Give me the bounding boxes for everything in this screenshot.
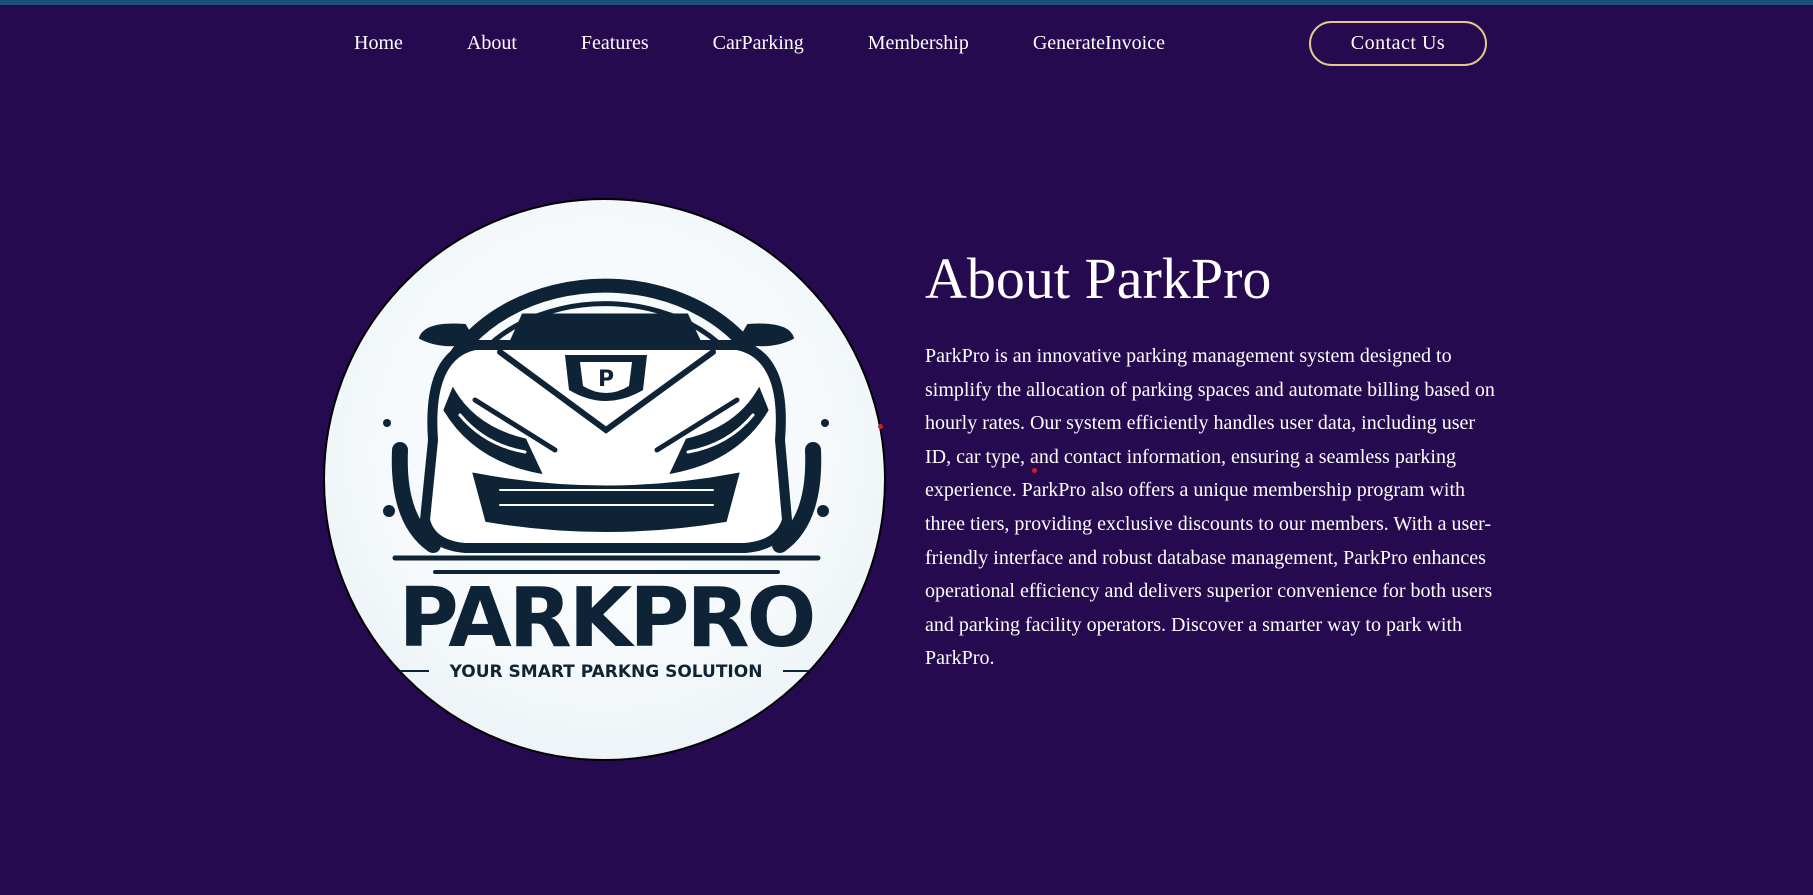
nav-link-about[interactable]: About — [467, 32, 517, 55]
about-title: About ParkPro — [925, 246, 1272, 311]
cursor-marker — [878, 424, 883, 429]
parkpro-logo-image: P PARKPRO YOUR SMART PARKNG SOLUTION — [323, 198, 886, 761]
about-description: ParkPro is an innovative parking managem… — [925, 345, 1495, 670]
logo-tagline: YOUR SMART PARKNG SOLUTION — [449, 662, 763, 682]
logo-wordmark: PARKPRO — [399, 571, 814, 666]
nav-link-features[interactable]: Features — [581, 32, 649, 55]
navbar: Home About Features CarParking Membershi… — [0, 5, 1813, 85]
shield-badge-icon: P — [565, 355, 647, 401]
svg-text:P: P — [598, 367, 614, 392]
nav-links: Home About Features CarParking Membershi… — [354, 32, 1165, 55]
contact-us-button[interactable]: Contact Us — [1309, 21, 1487, 66]
cursor-marker — [1032, 468, 1037, 473]
car-logo-graphic: P PARKPRO YOUR SMART PARKNG SOLUTION — [383, 278, 829, 682]
nav-link-generateinvoice[interactable]: GenerateInvoice — [1033, 32, 1165, 55]
nav-link-membership[interactable]: Membership — [868, 32, 969, 55]
nav-link-carparking[interactable]: CarParking — [713, 32, 804, 55]
nav-link-home[interactable]: Home — [354, 32, 403, 55]
